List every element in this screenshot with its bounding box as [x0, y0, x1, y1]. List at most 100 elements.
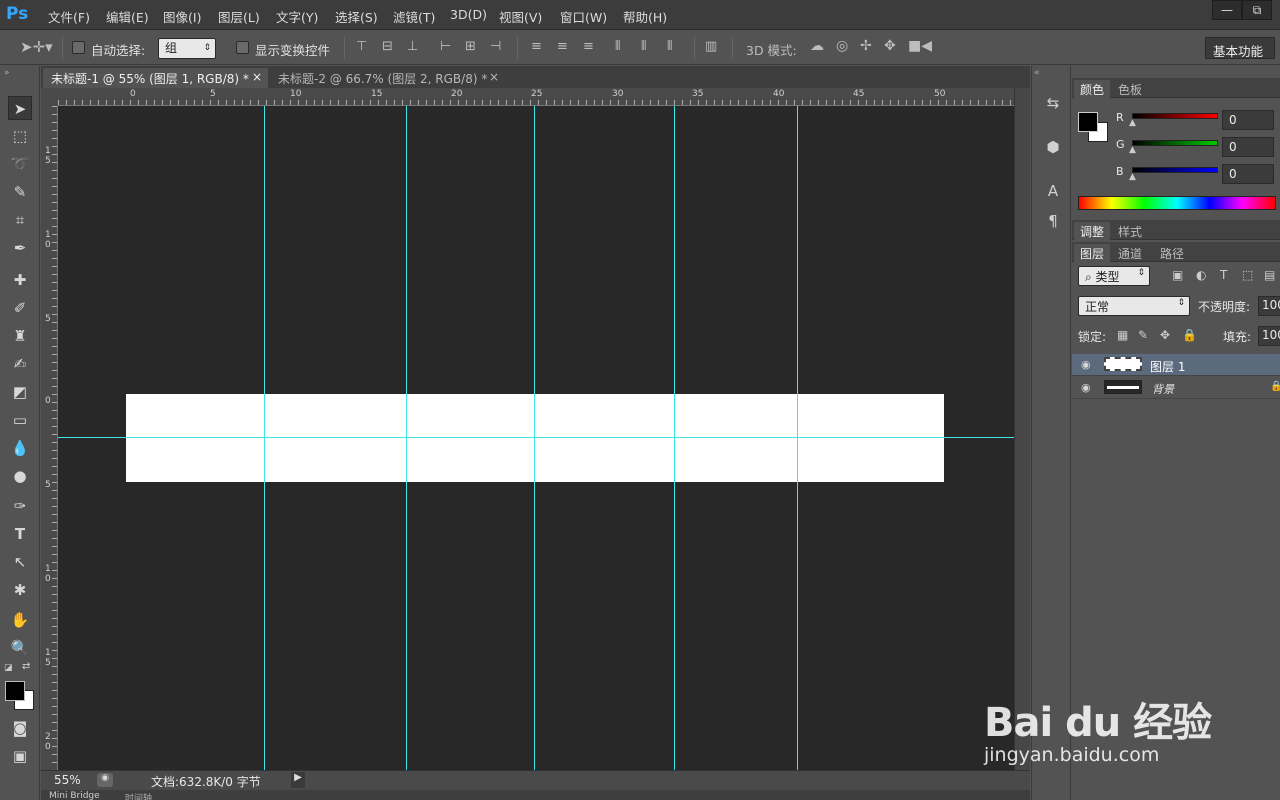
restore-button[interactable]: ⧉ [1242, 0, 1272, 20]
path-select-tool-icon[interactable]: ↖ [8, 550, 32, 574]
fill-input[interactable]: 100 [1258, 326, 1280, 346]
quick-mask-icon[interactable]: ◙ [8, 716, 32, 740]
vertical-guide[interactable] [534, 106, 535, 770]
horizontal-ruler[interactable]: 0 5 10 15 20 25 30 35 40 45 50 [58, 88, 1014, 106]
channel-g-slider[interactable] [1132, 140, 1218, 146]
auto-align-icon[interactable]: ▥ [705, 39, 717, 54]
show-transform-checkbox[interactable] [236, 41, 249, 54]
slider-handle-icon[interactable]: ▲ [1129, 118, 1136, 128]
distribute-left-icon[interactable]: ⫴ [615, 39, 620, 54]
tab-layers[interactable]: 图层 [1074, 244, 1111, 262]
foreground-color-swatch[interactable] [1078, 112, 1098, 132]
hand-tool-icon[interactable]: ✋ [8, 608, 32, 632]
properties-panel-icon[interactable]: ⬢ [1042, 136, 1064, 158]
blend-mode-dropdown[interactable]: 正常 ⇕ [1078, 296, 1190, 316]
close-icon[interactable]: × [252, 70, 262, 84]
smart-object-filter-icon[interactable]: ▤ [1264, 268, 1275, 282]
horizontal-guide[interactable] [58, 437, 1014, 438]
paragraph-panel-icon[interactable]: ¶ [1042, 210, 1064, 232]
vertical-guide[interactable] [674, 106, 675, 770]
3d-rotate-icon[interactable]: ☁ [810, 38, 824, 54]
eraser-tool-icon[interactable]: ◩ [8, 380, 32, 404]
channel-b-slider[interactable] [1132, 167, 1218, 173]
character-panel-icon[interactable]: A [1042, 180, 1064, 202]
channel-b-input[interactable]: 0 [1222, 164, 1274, 184]
layer-row-background[interactable]: ◉ 背景 🔒 [1072, 377, 1280, 399]
vertical-scrollbar[interactable] [1014, 88, 1030, 770]
shape-tool-icon[interactable]: ✱ [8, 578, 32, 602]
vertical-guide[interactable] [406, 106, 407, 770]
type-tool-icon[interactable]: T [8, 522, 32, 546]
close-icon[interactable]: × [489, 70, 499, 84]
lock-transparent-icon[interactable]: ▦ [1117, 328, 1128, 342]
pen-tool-icon[interactable]: ✑ [8, 494, 32, 518]
eyedropper-tool-icon[interactable]: ✒ [8, 236, 32, 260]
vertical-guide[interactable] [797, 106, 798, 770]
marquee-tool-icon[interactable]: ⬚ [8, 124, 32, 148]
canvas-area[interactable] [58, 106, 1014, 770]
status-menu-arrow-icon[interactable]: ▶ [291, 772, 305, 788]
ruler-corner[interactable] [41, 88, 58, 106]
type-filter-icon[interactable]: T [1220, 268, 1227, 282]
healing-brush-tool-icon[interactable]: ✚ [8, 268, 32, 292]
menu-select[interactable]: 选择(S) [335, 7, 378, 26]
distribute-right-icon[interactable]: ⫴ [667, 39, 672, 54]
3d-drag-icon[interactable]: ✢ [860, 38, 872, 54]
3d-roll-icon[interactable]: ◎ [836, 38, 848, 54]
auto-select-checkbox[interactable] [72, 41, 85, 54]
dodge-tool-icon[interactable]: ● [8, 464, 32, 488]
layer-name[interactable]: 背景 [1152, 381, 1174, 397]
foreground-color-swatch[interactable] [5, 681, 25, 701]
channel-g-input[interactable]: 0 [1222, 137, 1274, 157]
menu-type[interactable]: 文字(Y) [276, 7, 318, 26]
auto-select-dropdown[interactable]: 组 ⇕ [158, 38, 216, 59]
clone-stamp-tool-icon[interactable]: ♜ [8, 324, 32, 348]
layer-row-layer-1[interactable]: ◉ 图层 1 [1072, 354, 1280, 376]
share-icon[interactable]: ◉ [97, 773, 113, 787]
tab-timeline[interactable]: 时间轴 [125, 791, 152, 800]
tab-styles[interactable]: 样式 [1112, 222, 1148, 240]
minimize-button[interactable]: — [1212, 0, 1242, 20]
layer-1-white-rectangle[interactable] [126, 394, 944, 482]
history-brush-tool-icon[interactable]: ✍ [8, 352, 32, 376]
channel-r-input[interactable]: 0 [1222, 110, 1274, 130]
menu-filter[interactable]: 滤镜(T) [393, 7, 435, 26]
tab-paths[interactable]: 路径 [1154, 244, 1190, 262]
collapse-icon[interactable]: « [1034, 68, 1040, 78]
menu-3d[interactable]: 3D(D) [450, 7, 487, 22]
distribute-hcenter-icon[interactable]: ⫴ [641, 39, 646, 54]
slider-handle-icon[interactable]: ▲ [1129, 145, 1136, 155]
collapse-icon[interactable]: » [4, 68, 10, 78]
shape-filter-icon[interactable]: ⬚ [1242, 268, 1253, 282]
crop-tool-icon[interactable]: ⌗ [8, 208, 32, 232]
history-panel-icon[interactable]: ⇆ [1042, 92, 1064, 114]
screen-mode-icon[interactable]: ▣ [8, 744, 32, 768]
visibility-eye-icon[interactable]: ◉ [1081, 358, 1091, 371]
move-tool-icon[interactable]: ➤ [8, 96, 32, 120]
layer-filter-dropdown[interactable]: ⌕ 类型 ⇕ [1078, 266, 1150, 286]
pixel-filter-icon[interactable]: ▣ [1172, 268, 1183, 282]
menu-window[interactable]: 窗口(W) [560, 7, 607, 26]
menu-file[interactable]: 文件(F) [48, 7, 90, 26]
align-vcenter-icon[interactable]: ⊟ [382, 39, 393, 54]
visibility-eye-icon[interactable]: ◉ [1081, 381, 1091, 394]
menu-help[interactable]: 帮助(H) [623, 7, 667, 26]
blur-tool-icon[interactable]: 💧 [8, 436, 32, 460]
lock-all-icon[interactable]: 🔒 [1182, 328, 1197, 342]
brush-tool-icon[interactable]: ✐ [8, 296, 32, 320]
distribute-top-icon[interactable]: ≡ [531, 39, 542, 54]
tab-color[interactable]: 颜色 [1074, 80, 1111, 98]
move-tool-preset-icon[interactable]: ➤✛▾ [20, 38, 53, 56]
workspace-button[interactable]: 基本功能 [1205, 37, 1275, 59]
tab-mini-bridge[interactable]: Mini Bridge [49, 791, 100, 800]
menu-image[interactable]: 图像(I) [163, 7, 201, 26]
quick-select-tool-icon[interactable]: ✎ [8, 180, 32, 204]
3d-slide-icon[interactable]: ✥ [884, 38, 896, 54]
align-top-icon[interactable]: ⊤ [356, 39, 367, 54]
tab-adjustments[interactable]: 调整 [1074, 222, 1111, 240]
menu-layer[interactable]: 图层(L) [218, 7, 260, 26]
distribute-vcenter-icon[interactable]: ≡ [557, 39, 568, 54]
zoom-tool-icon[interactable]: 🔍 [8, 636, 32, 660]
zoom-level[interactable]: 55% [54, 773, 81, 787]
3d-scale-icon[interactable]: ■◀ [908, 38, 932, 54]
